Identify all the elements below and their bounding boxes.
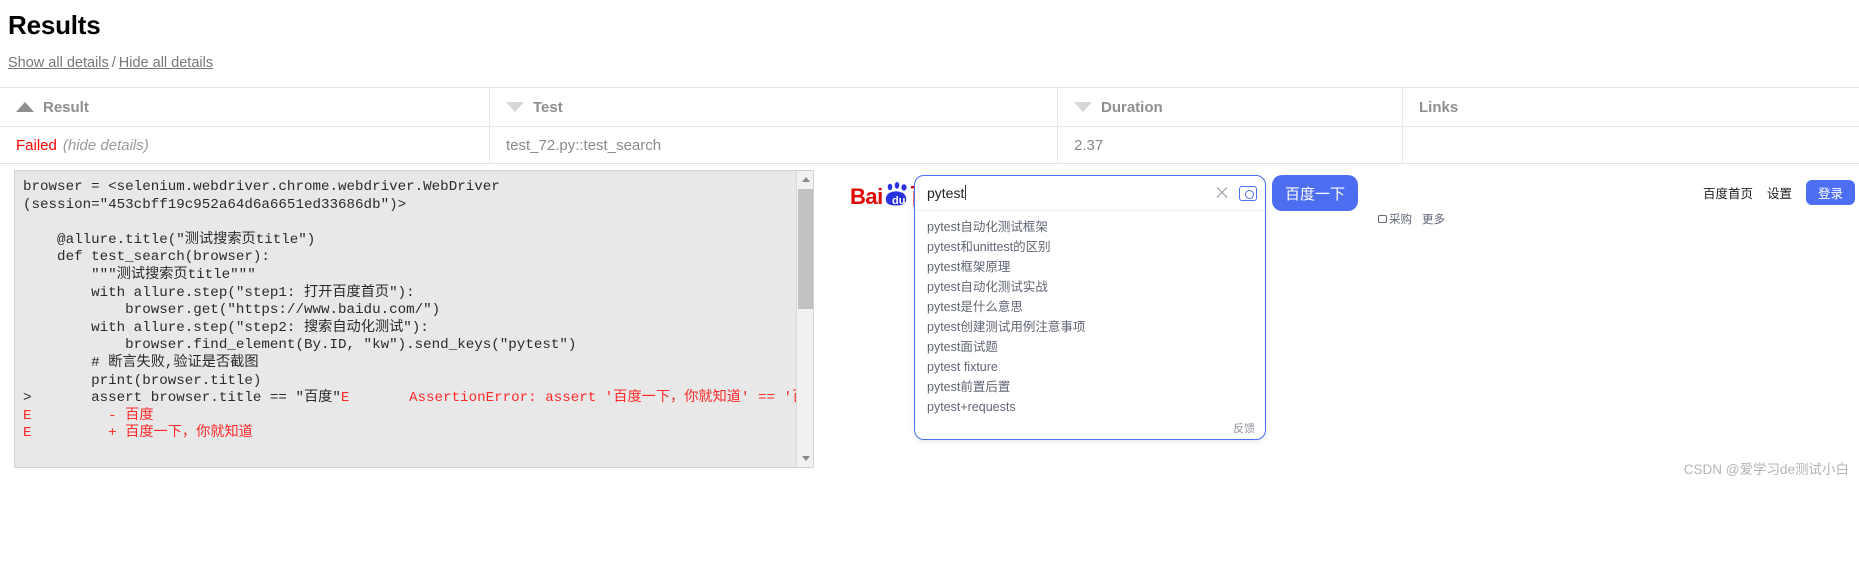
baidu-search-box[interactable]: pytest pytest自动化测试框架 pytest和unittest的区别 …: [914, 175, 1266, 440]
triangle-up-icon: [16, 102, 34, 112]
cell-links: [1403, 127, 1859, 163]
status-badge: Failed: [16, 136, 57, 154]
triangle-down-icon: [801, 456, 810, 461]
search-input[interactable]: pytest: [927, 185, 1215, 201]
close-icon[interactable]: [1215, 186, 1229, 200]
traceback-error-line-2: E - 百度: [23, 407, 154, 424]
scroll-down-button[interactable]: [797, 450, 813, 467]
list-item[interactable]: pytest框架原理: [915, 257, 1265, 277]
svg-text:du: du: [892, 195, 905, 207]
search-input-value: pytest: [927, 185, 965, 201]
list-item[interactable]: pytest前置后置: [915, 377, 1265, 397]
scroll-up-button[interactable]: [797, 171, 813, 188]
traceback-error-line-3: E + 百度一下，你就知道: [23, 425, 253, 442]
traceback-text: browser = <selenium.webdriver.chrome.web…: [15, 171, 813, 443]
search-input-row[interactable]: pytest: [915, 176, 1265, 210]
hide-all-details-link[interactable]: Hide all details: [119, 55, 213, 71]
details-toggle-links: Show all details / Hide all details: [8, 55, 1859, 71]
column-header-duration-label: Duration: [1101, 98, 1163, 116]
search-submit-button[interactable]: 百度一下: [1272, 175, 1358, 211]
feedback-link[interactable]: 反馈: [915, 417, 1265, 439]
nav-item-procurement[interactable]: 采购: [1378, 211, 1412, 227]
triangle-up-icon: [801, 177, 810, 182]
list-item[interactable]: pytest和unittest的区别: [915, 237, 1265, 257]
scrollbar-thumb[interactable]: [798, 189, 813, 309]
traceback-panel[interactable]: browser = <selenium.webdriver.chrome.web…: [14, 170, 814, 468]
cell-result: Failed (hide details): [0, 127, 490, 163]
nav-login-button[interactable]: 登录: [1805, 180, 1855, 205]
traceback-error-line-1: E AssertionError: assert '百度一下，你就知道' == …: [340, 390, 814, 407]
nav-item-more[interactable]: 更多: [1422, 211, 1445, 227]
baidu-sub-nav: 采购 更多: [1378, 211, 1445, 227]
search-suggestions-list: pytest自动化测试框架 pytest和unittest的区别 pytest框…: [915, 210, 1265, 439]
nav-item-procurement-label: 采购: [1389, 214, 1412, 226]
column-header-test-label: Test: [533, 98, 563, 116]
column-header-result[interactable]: Result: [0, 88, 490, 126]
triangle-down-icon: [1074, 102, 1092, 112]
cell-test: test_72.py::test_search: [490, 127, 1058, 163]
camera-icon: [1378, 215, 1387, 223]
list-item[interactable]: pytest是什么意思: [915, 297, 1265, 317]
cell-duration: 2.37: [1058, 127, 1403, 163]
traceback-scrollbar[interactable]: [796, 171, 813, 467]
row-detail-area: browser = <selenium.webdriver.chrome.web…: [0, 164, 1859, 484]
svg-text:Bai: Bai: [850, 184, 883, 209]
column-header-duration[interactable]: Duration: [1058, 88, 1403, 126]
watermark: CSDN @爱学习de测试小白: [1683, 462, 1849, 477]
list-item[interactable]: pytest fixture: [915, 357, 1265, 377]
results-table: Result Test Duration Links Failed (hide …: [0, 87, 1859, 164]
table-row[interactable]: Failed (hide details) test_72.py::test_s…: [0, 127, 1859, 163]
nav-item-settings[interactable]: 设置: [1767, 183, 1792, 202]
nav-item-home[interactable]: 百度首页: [1703, 183, 1753, 202]
list-item[interactable]: pytest面试题: [915, 337, 1265, 357]
column-header-links-label: Links: [1419, 98, 1459, 116]
traceback-code: browser = <selenium.webdriver.chrome.web…: [23, 179, 577, 407]
list-item[interactable]: pytest+requests: [915, 397, 1265, 417]
list-item[interactable]: pytest自动化测试框架: [915, 217, 1265, 237]
column-header-test[interactable]: Test: [490, 88, 1058, 126]
links-separator: /: [111, 55, 116, 71]
list-item[interactable]: pytest自动化测试实战: [915, 277, 1265, 297]
baidu-screenshot-attachment: Bai du 百度 pytest pytest自动化测试框架 pyte: [822, 170, 1859, 468]
show-all-details-link[interactable]: Show all details: [8, 55, 109, 71]
column-header-links[interactable]: Links: [1403, 88, 1859, 126]
camera-icon[interactable]: [1239, 185, 1257, 201]
list-item[interactable]: pytest创建测试用例注意事项: [915, 317, 1265, 337]
baidu-top-nav: 百度首页 设置 登录: [1703, 180, 1855, 205]
row-details-toggle[interactable]: (hide details): [63, 137, 149, 154]
triangle-down-icon: [506, 102, 524, 112]
column-header-result-label: Result: [43, 98, 89, 116]
table-header-row: Result Test Duration Links: [0, 88, 1859, 127]
page-title: Results: [8, 10, 101, 40]
text-caret: [965, 185, 967, 200]
